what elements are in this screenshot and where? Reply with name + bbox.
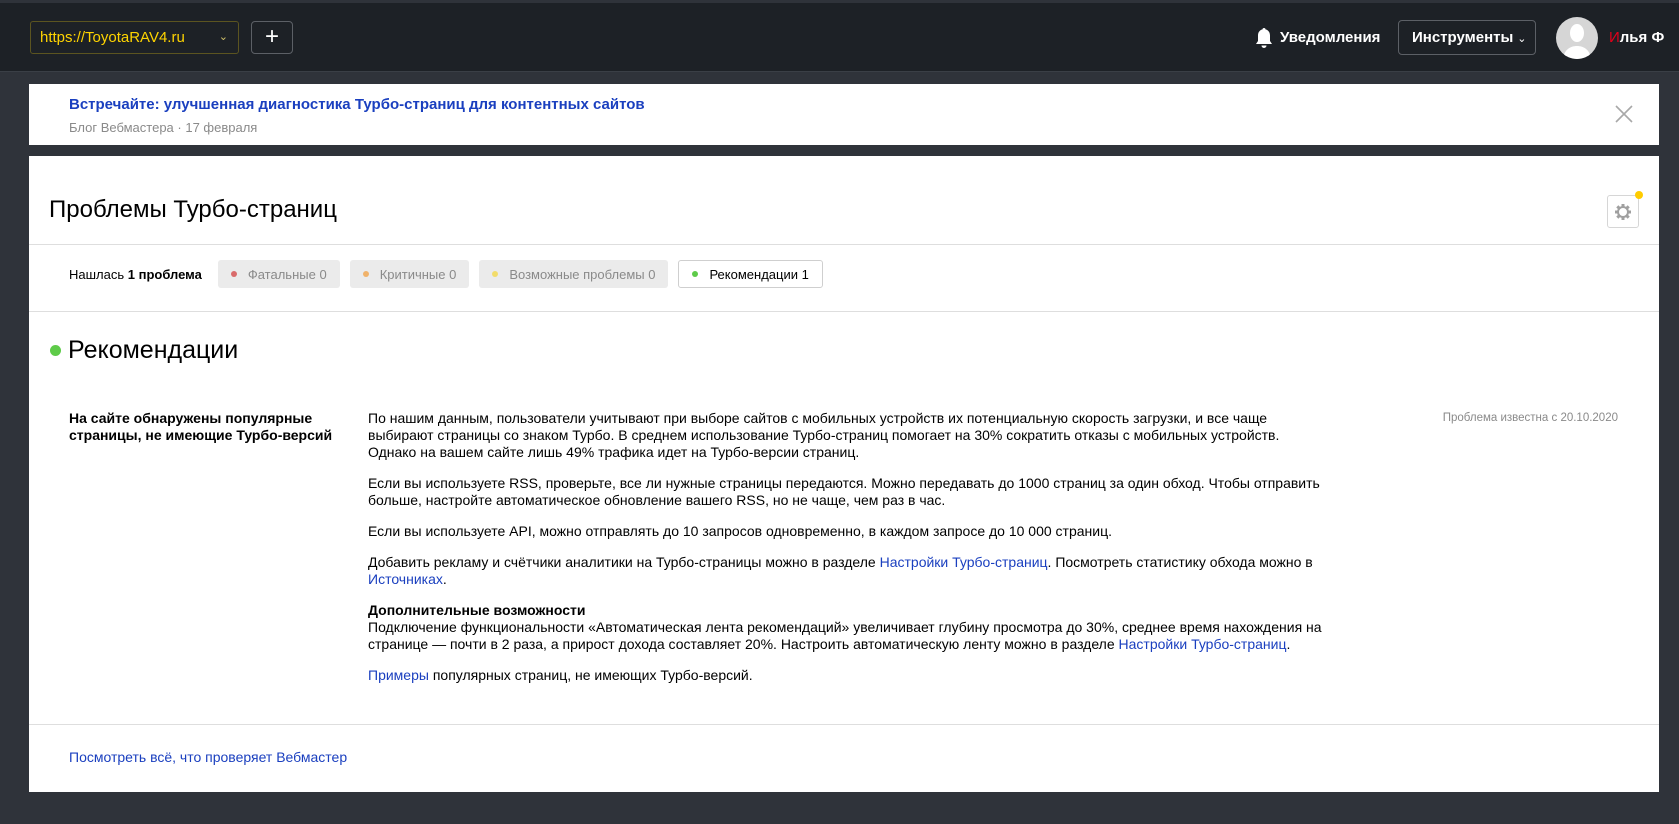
issue-paragraph: Если вы используете RSS, проверьте, все … <box>368 475 1320 508</box>
add-site-button[interactable]: + <box>251 21 293 54</box>
problems-card: Проблемы Турбо-страниц Нашлась 1 проблем… <box>29 156 1659 792</box>
extra-title: Дополнительные возможности <box>368 602 586 618</box>
sources-link[interactable]: Источниках <box>368 571 443 587</box>
news-banner: Встречайте: улучшенная диагностика Турбо… <box>29 84 1659 145</box>
examples-link[interactable]: Примеры <box>368 667 429 683</box>
user-silhouette-icon <box>1563 24 1591 59</box>
filter-fatal[interactable]: Фатальные 0 <box>217 260 340 288</box>
user-name-rest: лья Ф <box>1619 29 1665 46</box>
possible-dot-icon <box>492 271 499 277</box>
issue-paragraph: Дополнительные возможности Подключение фу… <box>368 602 1328 653</box>
gear-icon <box>1615 203 1631 220</box>
issue-paragraph: По нашим данным, пользователи учитывают … <box>368 410 1280 460</box>
notification-dot <box>1635 191 1643 199</box>
page-title: Проблемы Турбо-страниц <box>49 196 337 223</box>
issue-paragraph: Добавить рекламу и счётчики аналитики на… <box>368 554 1313 587</box>
settings-button[interactable] <box>1607 191 1643 228</box>
issue-description: По нашим данным, пользователи учитывают … <box>368 410 1328 698</box>
user-name-first-letter: И <box>1609 29 1620 46</box>
filter-possible[interactable]: Возможные проблемы 0 <box>479 260 669 288</box>
banner-subtitle: Блог Вебмастера · 17 февраля <box>69 120 258 135</box>
issue-date: Проблема известна с 20.10.2020 <box>1442 412 1618 424</box>
section-title: Рекомендации <box>50 336 238 365</box>
site-select[interactable]: https://ToyotaRAV4.ru ⌄ <box>30 21 239 54</box>
turbo-settings-link[interactable]: Настройки Турбо-страниц <box>880 554 1048 570</box>
filter-critical[interactable]: Критичные 0 <box>349 260 470 288</box>
avatar[interactable] <box>1556 17 1598 59</box>
recommendation-dot-icon <box>692 271 699 277</box>
filter-bar: Нашлась 1 проблема Фатальные 0 Критичные… <box>69 260 833 288</box>
tools-label: Инструменты <box>1412 29 1514 46</box>
all-checks-link[interactable]: Посмотреть всё, что проверяет Вебмастер <box>69 749 347 765</box>
divider <box>29 244 1659 245</box>
chevron-down-icon: ⌄ <box>218 31 228 43</box>
notifications-button[interactable]: Уведомления <box>1254 21 1380 54</box>
issue-paragraph: Примеры популярных страниц, не имеющих Т… <box>368 667 753 683</box>
bell-icon <box>1256 27 1272 48</box>
chevron-down-icon: ⌄ <box>1517 33 1527 45</box>
fatal-dot-icon <box>230 271 237 277</box>
tools-dropdown[interactable]: Инструменты ⌄ <box>1398 20 1536 55</box>
close-icon[interactable] <box>1614 104 1634 124</box>
found-count: Нашлась 1 проблема <box>69 266 202 282</box>
site-select-value: https://ToyotaRAV4.ru <box>40 29 185 46</box>
recommendation-dot-icon <box>50 345 61 356</box>
notifications-label: Уведомления <box>1280 29 1381 46</box>
issue-paragraph: Если вы используете API, можно отправлят… <box>368 523 1112 539</box>
divider <box>29 724 1659 725</box>
top-bar: https://ToyotaRAV4.ru ⌄ + Уведомления Инс… <box>0 3 1679 72</box>
critical-dot-icon <box>362 271 369 277</box>
user-name[interactable]: Илья Ф <box>1609 29 1664 46</box>
divider <box>29 311 1659 312</box>
issue-title: На сайте обнаружены популярные страницы,… <box>69 410 333 443</box>
filter-recommendations[interactable]: Рекомендации 1 <box>678 260 823 288</box>
banner-title-link[interactable]: Встречайте: улучшенная диагностика Турбо… <box>69 96 645 113</box>
turbo-settings-link[interactable]: Настройки Турбо-страниц <box>1119 636 1287 652</box>
